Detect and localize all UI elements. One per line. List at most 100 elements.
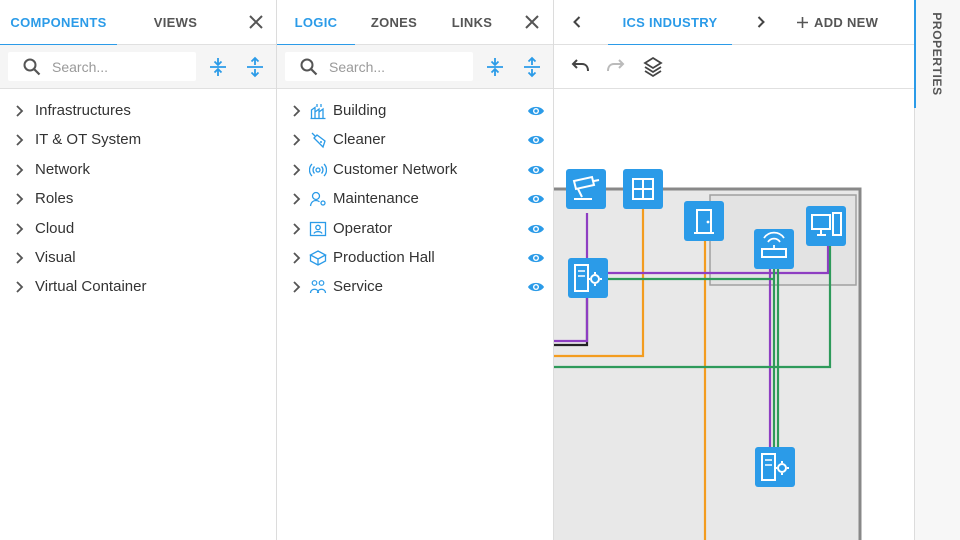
door-node[interactable] (684, 201, 724, 241)
network-diagram (554, 169, 862, 540)
tree-item-cloud[interactable]: Cloud (0, 214, 276, 243)
tree-item-operator[interactable]: Operator (277, 214, 553, 243)
tree-item-customer-network[interactable]: Customer Network (277, 155, 553, 184)
components-search-box (8, 52, 196, 81)
diagram-toolbar (554, 45, 914, 89)
components-search-input[interactable] (52, 52, 188, 81)
tree-item-network[interactable]: Network (0, 155, 276, 184)
chevron-right-icon (16, 222, 24, 235)
logic-panel: LOGIC ZONES LINKS Building Cleaner (277, 0, 554, 540)
eye-icon[interactable] (527, 132, 545, 148)
tree-item-label: Cleaner (333, 131, 386, 149)
components-tree: Infrastructures IT & OT System Network R… (0, 96, 276, 302)
tab-components[interactable]: COMPONENTS (0, 0, 117, 46)
chevron-right-icon (16, 193, 24, 205)
tab-ics-industry[interactable]: ICS INDUSTRY 2026 (608, 0, 732, 75)
tree-item-it-ot-system[interactable]: IT & OT System (0, 125, 276, 154)
tree-item-cleaner[interactable]: Cleaner (277, 125, 553, 154)
logic-search-row (277, 45, 553, 89)
tree-item-infrastructures[interactable]: Infrastructures (0, 96, 276, 125)
chevron-right-icon (293, 105, 301, 117)
tree-item-label: Building (333, 102, 387, 119)
diagram-panel: ICS INDUSTRY 2026 ADD NEW (554, 0, 914, 540)
tree-item-building[interactable]: Building (277, 96, 553, 125)
add-new-button[interactable]: ADD NEW (794, 0, 894, 45)
search-icon (300, 58, 318, 76)
properties-label: PROPERTIES (930, 12, 944, 96)
chevron-right-icon (293, 193, 301, 205)
production-hall-icon (309, 250, 327, 266)
close-icon[interactable] (246, 12, 266, 32)
eye-icon[interactable] (527, 250, 545, 266)
collapse-all-icon[interactable] (206, 55, 230, 79)
chevron-right-icon (16, 252, 24, 264)
tree-item-label: Roles (35, 190, 74, 208)
chevron-right-icon (293, 134, 301, 147)
antenna-icon (309, 163, 327, 177)
tab-logic[interactable]: LOGIC (277, 0, 355, 46)
service-icon (309, 280, 327, 294)
tree-item-label: Operator (333, 219, 393, 237)
eye-icon[interactable] (527, 221, 545, 237)
tree-item-roles[interactable]: Roles (0, 184, 276, 213)
logic-tabbar: LOGIC ZONES LINKS (277, 0, 553, 46)
chevron-right-icon (293, 281, 301, 293)
tree-item-virtual-container[interactable]: Virtual Container (0, 272, 276, 301)
tree-item-label: Virtual Container (35, 278, 147, 296)
grid-node[interactable] (623, 169, 663, 209)
tab-links[interactable]: LINKS (433, 0, 511, 45)
operator-icon (309, 221, 327, 236)
chevron-left-icon[interactable] (567, 12, 587, 32)
eye-icon[interactable] (527, 279, 545, 295)
tab-views[interactable]: VIEWS (117, 0, 234, 45)
cleaner-icon (311, 132, 326, 149)
tree-item-label: Cloud (35, 219, 75, 237)
components-tabbar: COMPONENTS VIEWS (0, 0, 276, 46)
diagram-tabbar: ICS INDUSTRY 2026 ADD NEW (554, 0, 914, 75)
chevron-right-icon (16, 281, 24, 293)
maintenance-icon (309, 192, 326, 207)
redo-icon[interactable] (604, 55, 628, 79)
add-new-label: ADD NEW (814, 15, 879, 30)
tab-properties[interactable]: PROPERTIES (914, 0, 960, 108)
logic-tree: Building Cleaner Customer Network Mainte… (277, 96, 553, 302)
chevron-right-icon (16, 164, 24, 176)
collapse-all-icon[interactable] (483, 55, 507, 79)
chevron-right-icon (293, 222, 301, 235)
search-icon (23, 58, 41, 76)
undo-icon[interactable] (568, 55, 592, 79)
components-search-row (0, 45, 276, 89)
router-node[interactable] (754, 229, 794, 269)
expand-all-icon[interactable] (243, 55, 267, 79)
tree-item-service[interactable]: Service (277, 272, 553, 301)
layers-icon[interactable] (641, 55, 665, 79)
chevron-right-icon (16, 105, 24, 117)
chevron-right-icon (293, 252, 301, 264)
tree-item-label: Network (35, 160, 91, 178)
tree-item-label: Service (333, 278, 384, 296)
tree-item-visual[interactable]: Visual (0, 243, 276, 272)
workstation-node[interactable] (806, 206, 846, 246)
eye-icon[interactable] (527, 191, 545, 207)
eye-icon[interactable] (527, 103, 545, 119)
eye-icon[interactable] (527, 162, 545, 178)
tree-item-label: Customer Network (333, 160, 458, 178)
logic-search-input[interactable] (329, 52, 465, 81)
chevron-right-icon[interactable] (751, 12, 771, 32)
server-node[interactable] (568, 258, 608, 298)
tree-item-production-hall[interactable]: Production Hall (277, 243, 553, 272)
diagram-canvas[interactable] (554, 89, 914, 540)
expand-all-icon[interactable] (520, 55, 544, 79)
tree-item-maintenance[interactable]: Maintenance (277, 184, 553, 213)
tree-item-label: Production Hall (333, 248, 435, 266)
close-icon[interactable] (522, 12, 542, 32)
tab-zones[interactable]: ZONES (355, 0, 433, 45)
chevron-right-icon (16, 134, 24, 147)
server-node-2[interactable] (755, 447, 795, 487)
properties-panel: PROPERTIES (914, 0, 960, 540)
tree-item-label: Visual (35, 248, 76, 266)
chevron-right-icon (293, 164, 301, 176)
camera-node[interactable] (566, 169, 606, 209)
tree-item-label: IT & OT System (35, 131, 142, 149)
building-icon (310, 104, 326, 120)
